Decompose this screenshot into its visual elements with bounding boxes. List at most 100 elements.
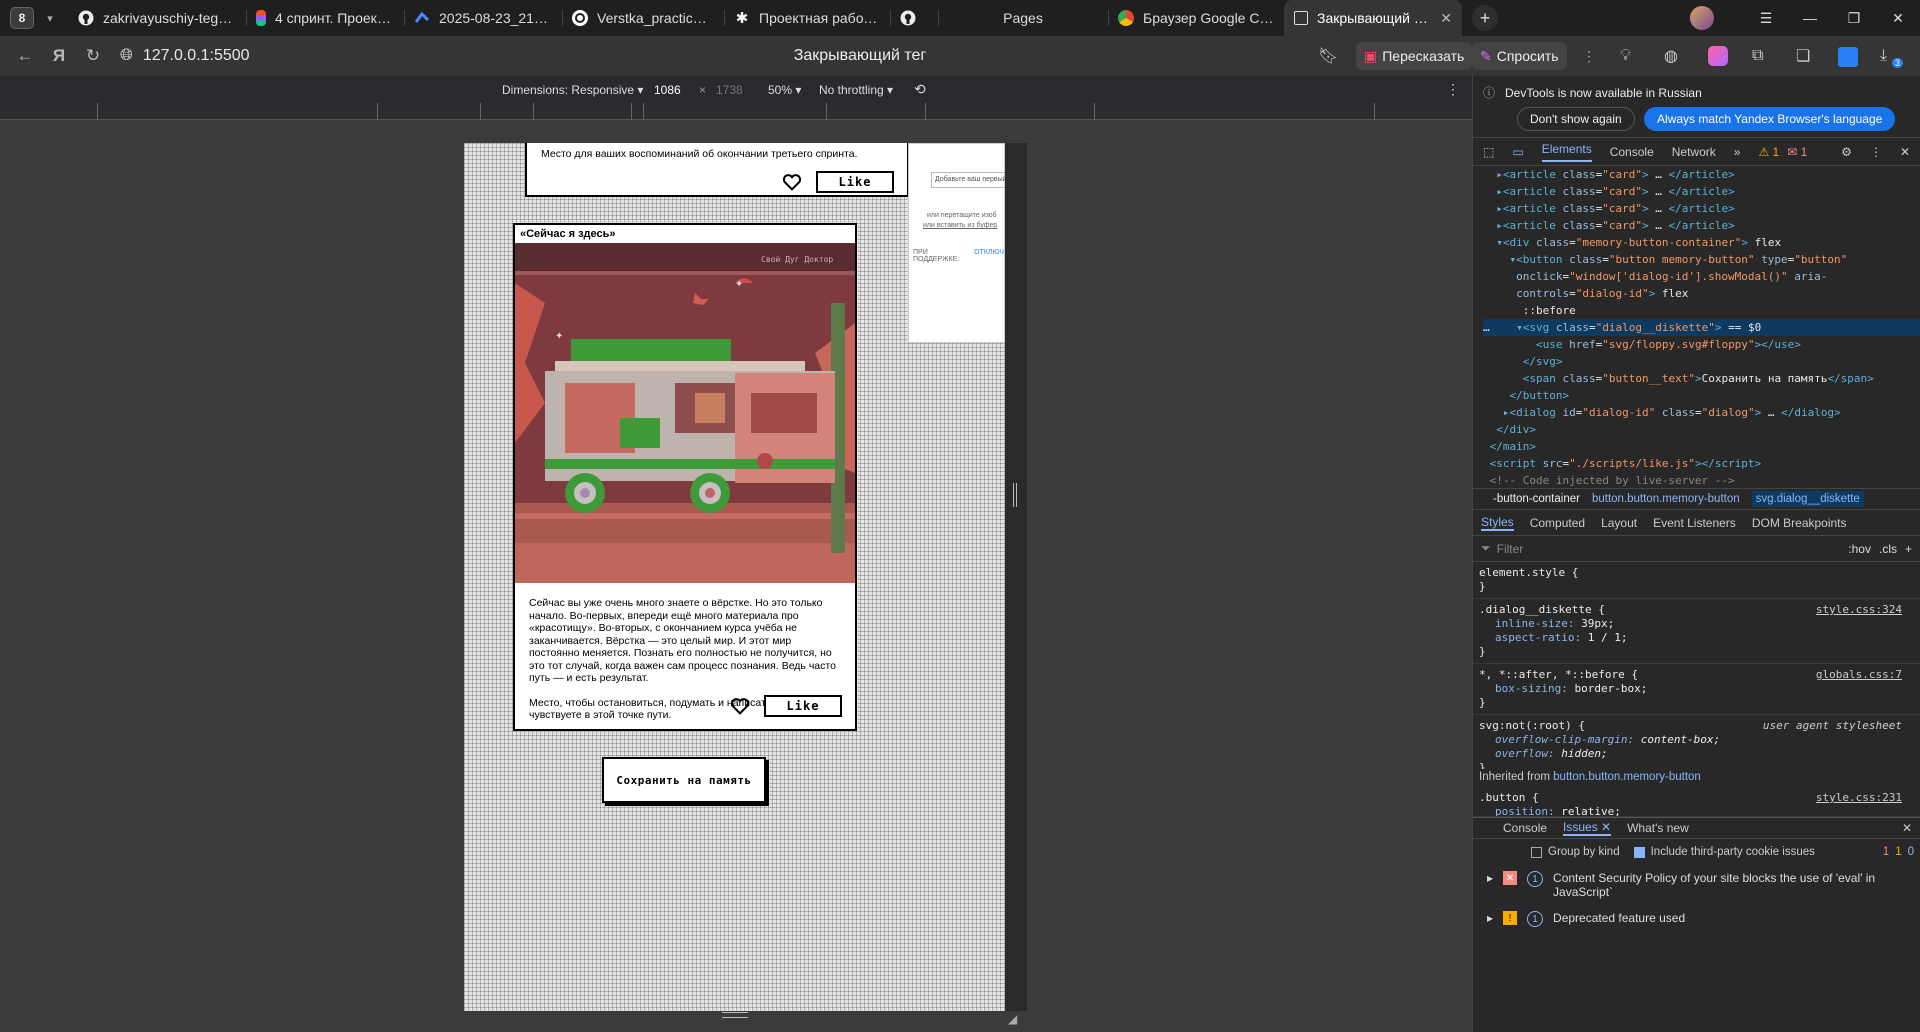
breadcrumb-item-selected[interactable]: svg.dialog__diskette xyxy=(1751,491,1864,507)
breadcrumb-item[interactable]: button.button.memory-button xyxy=(1592,493,1740,505)
emulated-page[interactable]: Место для ваших воспоминаний об окончани… xyxy=(464,143,1005,1011)
overlay-paste-link[interactable]: или вставить из буфер xyxy=(923,222,1004,229)
puzzle-icon[interactable]: ⧉ xyxy=(1752,47,1763,65)
bottom-resize-handle-icon[interactable] xyxy=(722,1012,748,1018)
heart-icon[interactable] xyxy=(782,173,802,191)
match-language-button[interactable]: Always match Yandex Browser's language xyxy=(1644,107,1896,131)
source-link[interactable]: style.css:324 xyxy=(1816,603,1902,617)
dom-node[interactable]: </svg> xyxy=(1483,353,1920,370)
cast-icon[interactable] xyxy=(1838,47,1858,67)
device-options-icon[interactable]: ⋮ xyxy=(1446,81,1460,98)
error-count[interactable]: ✉ 1 xyxy=(1787,145,1807,159)
group-by-kind-checkbox[interactable] xyxy=(1531,846,1542,858)
tab-figma[interactable]: 4 спринт. Проектная раб xyxy=(246,0,404,36)
back-arrow-icon[interactable]: ← xyxy=(8,46,42,66)
devtools-more-icon[interactable]: ⋮ xyxy=(1870,145,1882,159)
dom-node[interactable]: ▸<dialog id="dialog-id" class="dialog"> … xyxy=(1483,404,1920,421)
reload-icon[interactable]: ↻ xyxy=(76,46,110,66)
dom-node[interactable]: </div> xyxy=(1483,421,1920,438)
style-rule[interactable]: *, *::after, *::before { globals.css:7 b… xyxy=(1473,664,1920,715)
like-button[interactable]: Like xyxy=(816,171,894,193)
address-field[interactable]: 🌐︎ 127.0.0.1:5500 xyxy=(120,47,640,65)
dont-show-again-button[interactable]: Don't show again xyxy=(1517,107,1635,131)
tab-count-button[interactable]: 8 xyxy=(10,7,34,29)
save-memory-button[interactable]: Сохранить на память xyxy=(602,757,766,803)
device-toggle-icon[interactable]: ▭ xyxy=(1512,145,1523,159)
resize-handle-icon[interactable] xyxy=(1013,483,1017,507)
new-rule-icon[interactable]: + xyxy=(1905,542,1912,556)
breadcrumb-item[interactable]: -button-container xyxy=(1493,493,1580,505)
dom-node[interactable]: ▸<article class="card"> … </article> xyxy=(1483,217,1920,234)
style-rule[interactable]: .dialog__diskette { style.css:324 inline… xyxy=(1473,599,1920,664)
avatar[interactable] xyxy=(1690,6,1714,30)
dom-node[interactable]: ▸<article class="card"> … </article> xyxy=(1483,183,1920,200)
tab-project-work[interactable]: ✱ Проектная работа «Закр xyxy=(724,0,890,36)
tab-google-chrome[interactable]: Браузер Google Chrome xyxy=(1108,0,1284,36)
style-rule[interactable]: svg:not(:root) { user agent stylesheet o… xyxy=(1473,715,1920,769)
close-tab-icon[interactable]: ✕ xyxy=(1440,10,1452,27)
dom-node[interactable]: <use href="svg/floppy.svg#floppy"></use> xyxy=(1483,336,1920,353)
warning-count[interactable]: ⚠ 1 xyxy=(1758,145,1779,159)
dom-node[interactable]: <span class="button__text">Сохранить на … xyxy=(1483,370,1920,387)
dom-node[interactable]: ▾<button class="button memory-button" ty… xyxy=(1483,251,1920,268)
viewport-height-input[interactable]: 1738 xyxy=(716,83,743,97)
dom-node[interactable]: ▸<article class="card"> … </article> xyxy=(1483,200,1920,217)
lightbulb-icon[interactable]: 💡︎ xyxy=(1620,47,1631,65)
styles-filter-input[interactable]: Filter xyxy=(1497,542,1524,556)
dom-node-selected[interactable]: … ▾<svg class="dialog__diskette"> == $0 xyxy=(1483,319,1920,336)
tab-styles[interactable]: Styles xyxy=(1481,515,1514,531)
close-drawer-icon[interactable]: ✕ xyxy=(1902,821,1912,835)
dom-node[interactable]: </button> xyxy=(1483,387,1920,404)
expand-arrow-icon[interactable]: ▸ xyxy=(1487,871,1493,899)
settings-gear-icon[interactable]: ⚙ xyxy=(1841,145,1852,159)
heart-icon[interactable] xyxy=(730,697,750,715)
download-icon[interactable]: ⤓ xyxy=(1880,47,1887,65)
throttling-select[interactable]: No throttling ▾ xyxy=(819,83,893,97)
minimize-icon[interactable]: — xyxy=(1788,10,1832,26)
yandex-icon[interactable]: Я xyxy=(42,46,76,66)
menu-icon[interactable]: ☰ xyxy=(1744,10,1788,27)
third-party-checkbox[interactable] xyxy=(1633,846,1645,858)
issue-row[interactable]: ▸ ! 1 Deprecated feature used xyxy=(1473,905,1920,933)
collections-icon[interactable]: ❏ xyxy=(1796,46,1810,66)
source-link[interactable]: globals.css:7 xyxy=(1816,668,1902,682)
bookmark-icon[interactable]: 🔖︎ xyxy=(1318,46,1338,66)
tab-whats-new[interactable]: What's new xyxy=(1627,821,1689,835)
style-rule[interactable]: element.style {} xyxy=(1473,562,1920,599)
tab-github-index[interactable]: zakrivayuschiy-teg-f/inde xyxy=(68,0,246,36)
dom-node[interactable]: ▸<article class="card"> … </article> xyxy=(1483,166,1920,183)
tab-list-chevron-icon[interactable]: ▾ xyxy=(40,12,60,25)
dom-node[interactable]: </main> xyxy=(1483,438,1920,455)
more-tabs-icon[interactable]: » xyxy=(1734,145,1741,159)
dom-tree[interactable]: ▸<article class="card"> … </article> ▸<a… xyxy=(1473,166,1920,488)
tab-event-listeners[interactable]: Event Listeners xyxy=(1653,516,1736,530)
dom-node[interactable]: <script src="./scripts/like.js"></script… xyxy=(1483,455,1920,472)
page-side-resize-bar[interactable] xyxy=(1005,143,1027,1011)
tab-pachka[interactable]: Verstka_practice - Пачка xyxy=(562,0,724,36)
close-devtools-icon[interactable]: ✕ xyxy=(1900,145,1910,159)
more-icon[interactable]: ⋮ xyxy=(1582,48,1596,65)
globe-translate-icon[interactable]: ◍ xyxy=(1664,46,1678,66)
overlay-input[interactable]: Добавьте ваш первый xyxy=(931,172,1005,188)
extension-color-icon[interactable] xyxy=(1708,46,1728,66)
tab-closing-tag[interactable]: Закрывающий тег ✕ xyxy=(1284,0,1462,36)
viewport-width-input[interactable]: 1086 xyxy=(654,83,681,97)
issue-row[interactable]: ▸ ✕ 1 Content Security Policy of your si… xyxy=(1473,865,1920,905)
source-link[interactable]: style.css:231 xyxy=(1816,791,1902,805)
restore-icon[interactable]: ❐ xyxy=(1832,10,1876,27)
tab-issues[interactable]: Issues ✕ xyxy=(1563,820,1612,836)
tab-dom-breakpoints[interactable]: DOM Breakpoints xyxy=(1752,516,1847,530)
cls-toggle[interactable]: .cls xyxy=(1879,542,1897,556)
tab-github[interactable] xyxy=(890,0,938,36)
tab-pages[interactable]: Pages xyxy=(938,0,1108,36)
tab-drawer-console[interactable]: Console xyxy=(1503,821,1547,835)
tab-computed[interactable]: Computed xyxy=(1530,516,1585,530)
dimensions-select[interactable]: Dimensions: Responsive ▾ xyxy=(502,83,643,97)
like-button[interactable]: Like xyxy=(764,695,842,717)
style-rule[interactable]: .button { style.css:231 position: relati… xyxy=(1473,787,1920,817)
inspect-icon[interactable]: ⬚ xyxy=(1483,145,1494,159)
tab-layout[interactable]: Layout xyxy=(1601,516,1637,530)
rotate-icon[interactable]: ⟲ xyxy=(914,81,926,98)
zoom-select[interactable]: 50% ▾ xyxy=(768,83,801,97)
ask-button[interactable]: ✎ Спросить xyxy=(1472,42,1567,70)
